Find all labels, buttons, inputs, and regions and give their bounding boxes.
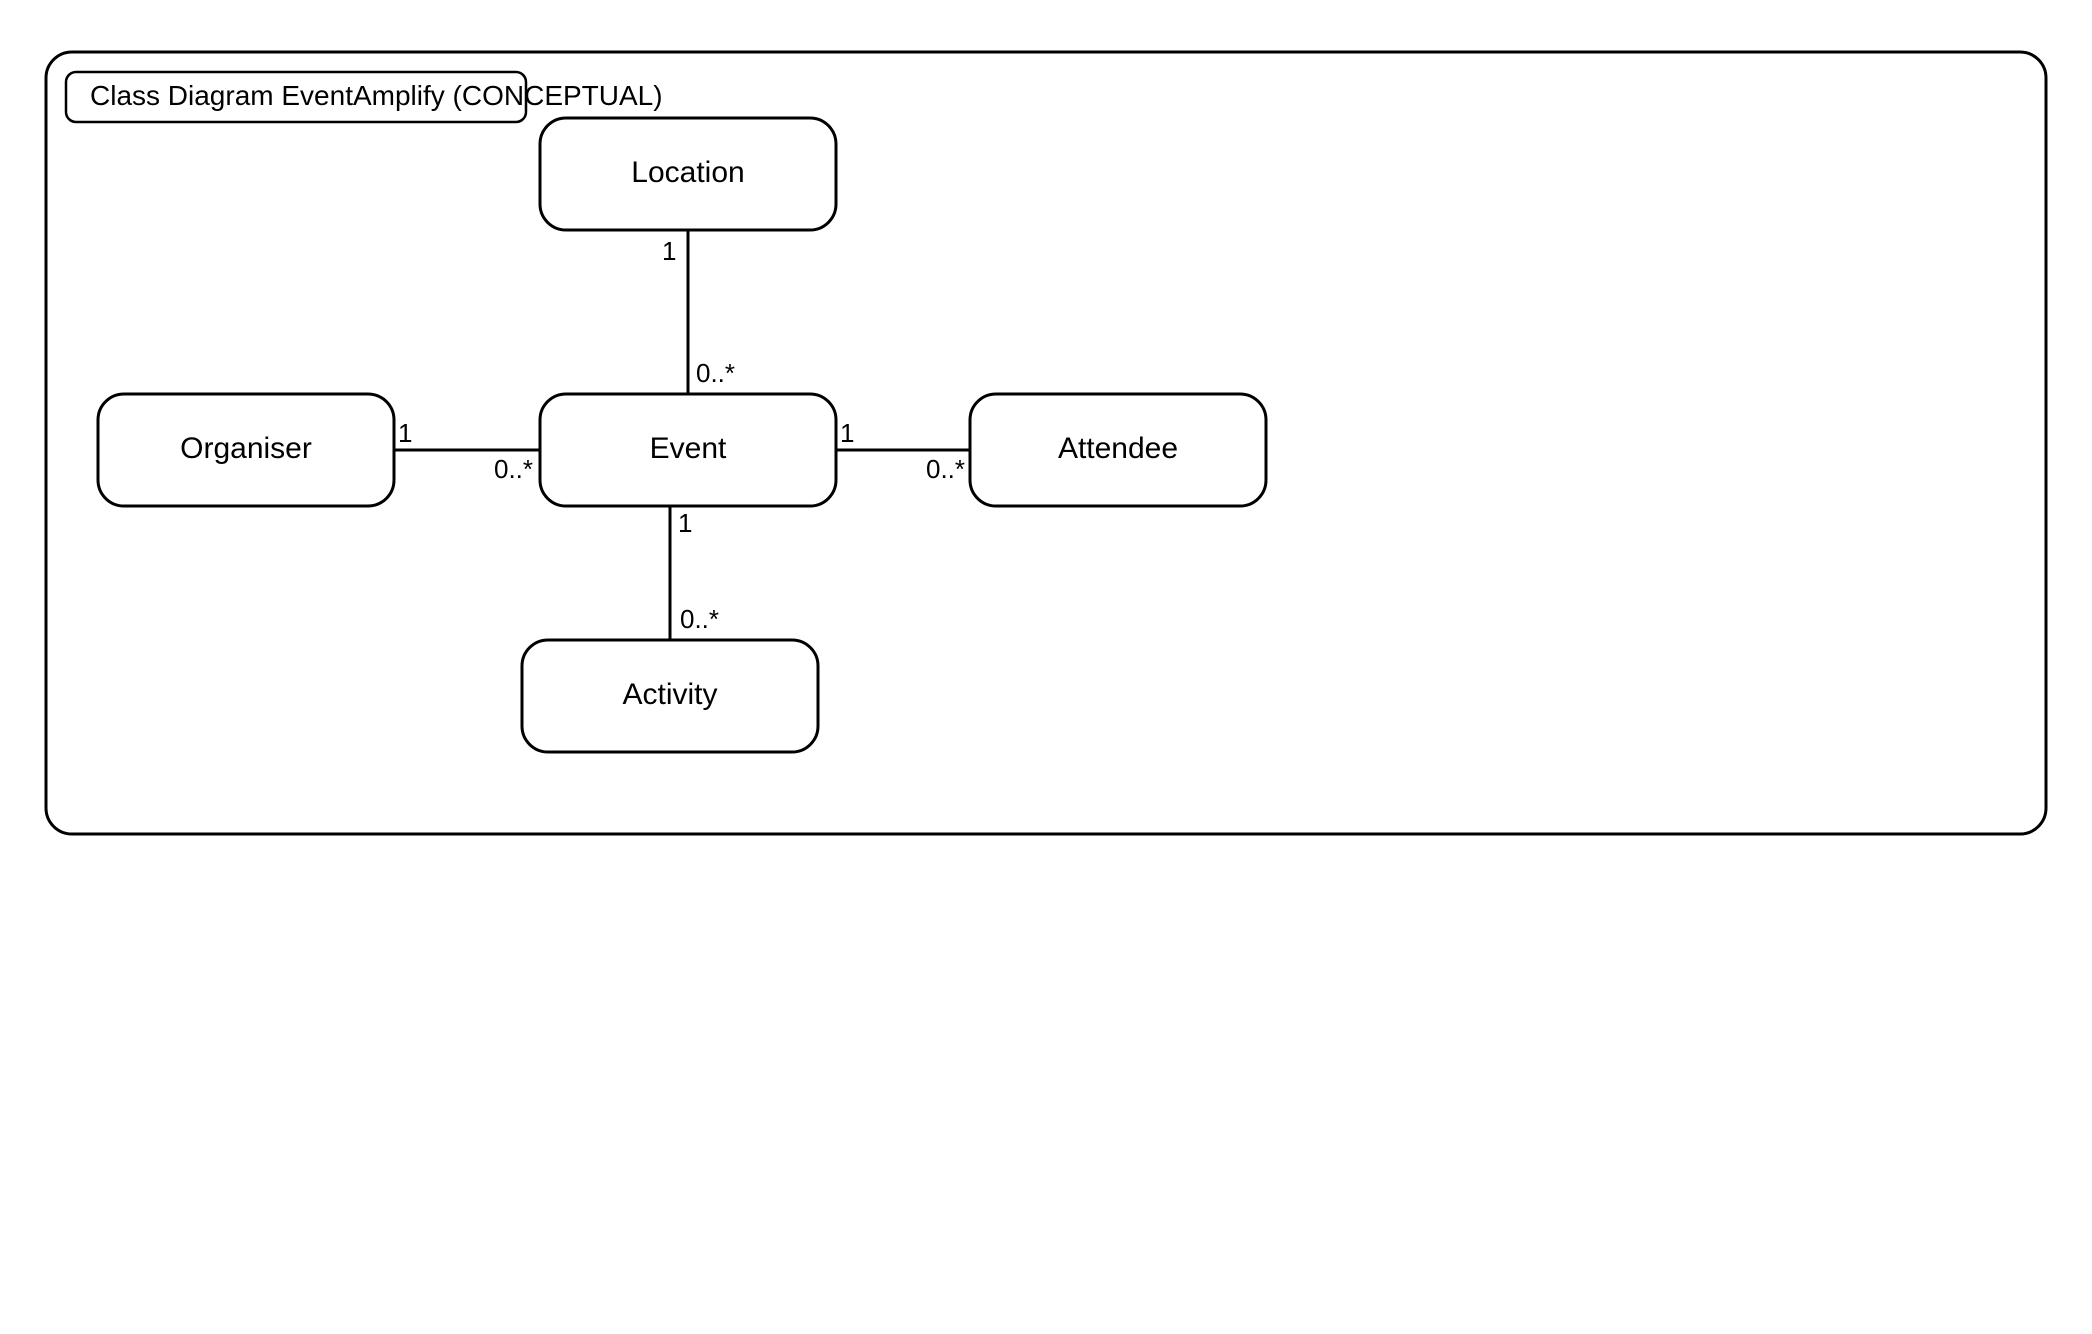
node-attendee-label: Attendee xyxy=(970,432,1266,466)
diagram-svg xyxy=(0,0,2092,1334)
mult-event-top: 0..* xyxy=(696,358,735,389)
diagram-title: Class Diagram EventAmplify (CONCEPTUAL) xyxy=(90,80,663,112)
mult-location-side: 1 xyxy=(662,236,676,267)
diagram-canvas: Class Diagram EventAmplify (CONCEPTUAL) … xyxy=(0,0,2092,1334)
mult-event-bottom: 1 xyxy=(678,508,692,539)
node-event-label: Event xyxy=(540,432,836,466)
mult-attendee-side: 0..* xyxy=(926,454,965,485)
node-organiser-label: Organiser xyxy=(98,432,394,466)
mult-organiser-side: 1 xyxy=(398,418,412,449)
mult-activity-side: 0..* xyxy=(680,604,719,635)
node-location-label: Location xyxy=(540,156,836,190)
mult-event-right: 1 xyxy=(840,418,854,449)
mult-event-left: 0..* xyxy=(494,454,533,485)
node-activity-label: Activity xyxy=(522,678,818,712)
